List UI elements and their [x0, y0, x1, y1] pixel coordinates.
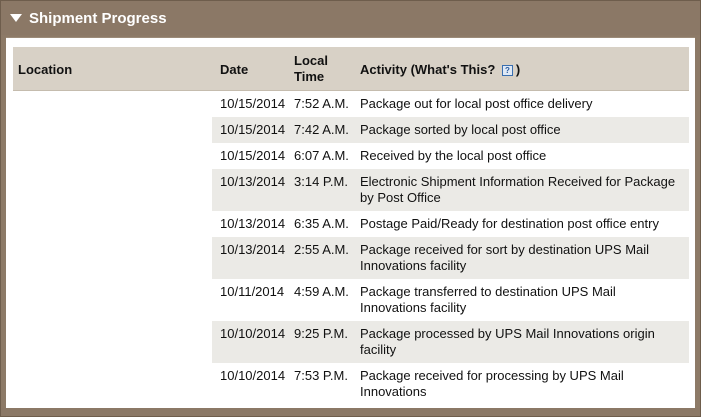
row-activity: Package received for processing by UPS M… [360, 368, 624, 399]
section-title: Shipment Progress [29, 10, 167, 27]
row-activity: Electronic Shipment Information Received… [360, 174, 676, 205]
row-time: 4:59 A.M. [294, 284, 349, 299]
row-activity: Postage Paid/Ready for destination post … [360, 216, 659, 231]
row-date: 10/15/2014 [220, 122, 286, 137]
column-header-activity: Activity (What's This? ?) [360, 62, 520, 77]
row-date: 10/15/2014 [220, 148, 286, 163]
column-header-activity-label: Activity (What's This? [360, 62, 496, 77]
row-time: 6:35 A.M. [294, 216, 349, 231]
row-activity: Package transferred to destination UPS M… [360, 284, 616, 315]
panel-bottom-border [1, 408, 700, 416]
row-activity: Package processed by UPS Mail Innovation… [360, 326, 655, 357]
table-header: Location Date Local Time Activity (What'… [13, 47, 689, 91]
help-icon[interactable]: ? [501, 65, 513, 76]
row-date: 10/11/2014 [220, 284, 285, 299]
section-header[interactable]: Shipment Progress [1, 1, 700, 35]
row-date: 10/13/2014 [220, 242, 286, 257]
row-date: 10/10/2014 [220, 368, 286, 383]
column-header-location: Location [18, 62, 73, 77]
column-header-date: Date [220, 62, 249, 77]
row-time: 3:14 P.M. [294, 174, 348, 189]
column-header-activity-close: ) [515, 62, 521, 77]
row-date: 10/10/2014 [220, 326, 286, 341]
row-time: 2:55 A.M. [294, 242, 349, 257]
row-activity: Received by the local post office [360, 148, 547, 163]
row-time: 7:53 P.M. [294, 368, 348, 383]
row-date: 10/13/2014 [220, 174, 286, 189]
row-time: 7:52 A.M. [294, 96, 349, 111]
row-activity: Package sorted by local post office [360, 122, 561, 137]
row-date: 10/13/2014 [220, 216, 286, 231]
row-time: 7:42 A.M. [294, 122, 349, 137]
column-header-local-time-line1: Local [294, 53, 328, 68]
shipment-progress-panel: Shipment Progress Location Date Local Ti… [0, 0, 701, 417]
collapse-triangle-icon[interactable] [10, 14, 22, 22]
shipment-progress-table: Location Date Local Time Activity (What'… [6, 37, 695, 409]
table-row: 10/10/2014 7:53 P.M. Package received for … [13, 363, 689, 405]
row-activity: Package out for local post office delive… [360, 96, 593, 111]
column-header-local-time-line2: Time [294, 69, 325, 84]
row-activity: Package received for sort by destination… [360, 242, 650, 273]
location-cell [13, 91, 212, 349]
row-date: 10/15/2014 [220, 96, 286, 111]
row-time: 9:25 P.M. [294, 326, 348, 341]
row-time: 6:07 A.M. [294, 148, 349, 163]
column-header-local-time: Local Time [294, 53, 328, 85]
